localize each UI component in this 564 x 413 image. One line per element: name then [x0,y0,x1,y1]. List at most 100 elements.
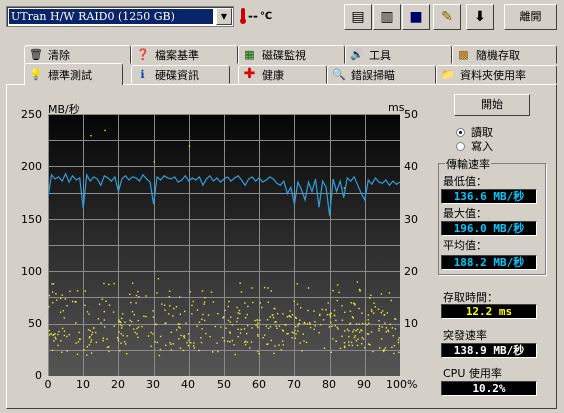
copy-image-button[interactable]: ▥ [373,4,401,30]
access-time-point [93,327,95,329]
access-time-point [185,322,187,324]
options-button[interactable]: ✎ [433,4,461,30]
access-time-point [344,311,346,313]
access-time-point [246,332,248,335]
access-time-point [256,325,259,327]
access-time-point [179,327,181,329]
access-time-point [90,339,93,341]
access-time-point [307,309,309,312]
access-time-point [284,324,286,326]
access-time-point [133,328,135,330]
access-time-point [137,291,139,293]
access-time-point [224,309,226,312]
access-time-point [113,282,115,285]
access-time-point [170,349,173,351]
access-time-point [355,323,358,325]
access-time-point [380,312,382,314]
access-time-point [333,314,336,317]
max-value: 196.0 MB/秒 [441,221,537,236]
access-time-point [303,322,306,325]
access-time-point [125,343,127,345]
down-button[interactable]: ⬇ [466,4,494,30]
access-time-point [361,329,363,332]
access-time-point [198,349,200,352]
access-time-point [280,349,282,351]
access-time-point [295,333,297,335]
access-time-point [348,335,350,338]
access-time-point [64,298,67,300]
tab-clear[interactable]: 🗑 清除 [24,45,131,64]
access-time-point [55,293,57,295]
access-time-point [225,327,227,329]
access-time-point [369,297,371,299]
access-time-point [108,283,110,286]
tab-benchmark[interactable]: 💡 標準測試 [24,63,123,85]
drive-select[interactable]: UTran H/W RAID0 (1250 GB) ▼ [6,6,234,27]
access-time-point [129,319,131,322]
access-time-point [161,303,163,305]
access-time-point [189,291,191,293]
x-tick: 80 [322,378,336,391]
access-time-point [297,330,299,332]
access-time-point [319,324,322,326]
access-time-point [153,161,155,163]
access-time-point [383,349,386,351]
access-time-point [359,331,361,333]
tab-health[interactable]: ✚ 健康 [238,65,327,84]
access-time-point [307,287,310,289]
access-time-point [378,327,380,330]
access-time-point [291,314,294,316]
access-time-point [137,336,139,339]
access-time-point [247,324,249,327]
tab-disk-info[interactable]: ℹ 硬碟資訊 [131,65,230,84]
access-time-point [358,288,361,291]
access-time-point [351,344,354,347]
access-time-point [150,331,152,334]
access-time-point [323,347,326,349]
benchmark-chart [48,114,400,376]
tab-disk-monitor[interactable]: ▦ 磁碟監視 [238,45,345,64]
tab-error-scan[interactable]: 🔍 錯誤掃瞄 [327,65,436,84]
access-time-point [86,311,89,313]
save-icon: ■ [409,9,423,25]
start-button[interactable]: 開始 [454,94,530,116]
y-left-tick: 150 [21,213,42,226]
access-time-point [366,333,369,335]
access-time-point [330,351,332,353]
access-time-point [254,319,256,322]
copy-text-button[interactable]: ▤ [344,4,372,30]
access-time-point [74,301,76,303]
save-button[interactable]: ■ [402,4,430,30]
access-time-point [130,301,132,304]
tab-tools[interactable]: 🔊 工具 [345,45,452,64]
exit-button[interactable]: 離開 [504,4,557,30]
access-time-point [204,297,206,299]
tab-file-benchmark[interactable]: ❓ 檔案基準 [131,45,238,64]
access-time-point [349,322,352,324]
access-time-point [172,343,175,345]
access-time-point [71,300,74,303]
access-time-point [165,344,167,346]
tab-random-access[interactable]: ▩ 隨機存取 [452,45,557,64]
access-time-point [330,312,332,314]
transfer-rate-title: 傳輸速率 [445,156,491,172]
access-time-point [52,291,54,293]
access-time-point [122,313,124,315]
access-time-point [282,330,284,332]
access-time-point [394,328,397,330]
access-time-point [367,314,369,316]
access-time-point [237,336,239,338]
chevron-down-icon[interactable]: ▼ [216,8,232,25]
access-time-point [118,331,120,333]
access-time-point [294,326,297,328]
access-time-point [247,305,249,308]
access-time-point [314,321,316,323]
access-time-point [193,347,195,349]
access-time-point [98,303,101,305]
access-time-point [66,335,68,338]
access-time-point [370,331,373,333]
access-time-point [258,353,260,355]
tab-folder-usage[interactable]: 📁 資料夾使用率 [436,65,557,84]
write-radio[interactable]: 寫入 [456,138,493,154]
access-time-point [124,321,126,323]
